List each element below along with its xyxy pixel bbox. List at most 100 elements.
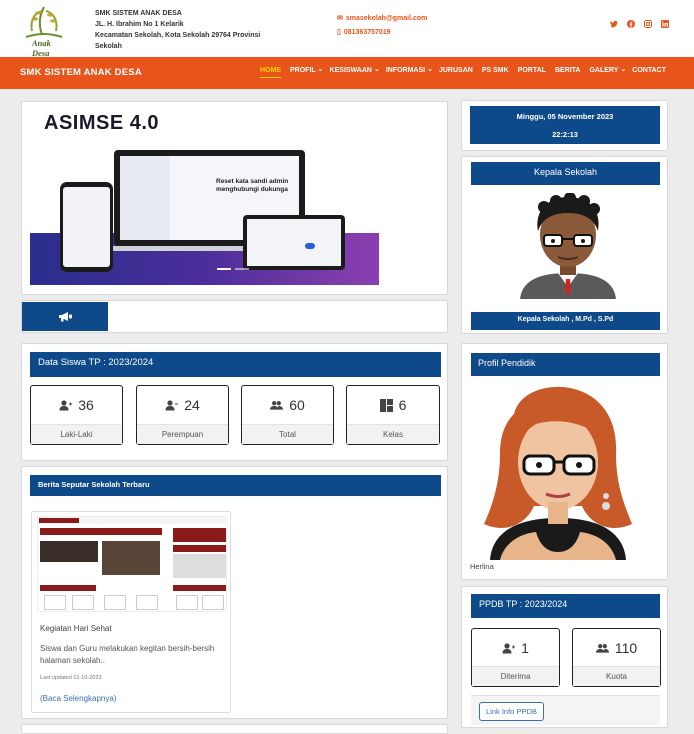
pendidik-name: Herlina xyxy=(470,562,494,571)
nav-item-portal[interactable]: PORTAL xyxy=(518,67,546,78)
instagram-icon[interactable] xyxy=(644,20,652,28)
logo-text: Anak Desa xyxy=(32,38,51,58)
news-post: Kegiatan Hari Sehat Siswa dan Guru melak… xyxy=(31,511,231,713)
kepala-name-box: Kepala Sekolah , M.Pd , S.Pd xyxy=(471,312,660,330)
stat-value: 1 xyxy=(521,640,529,656)
school-name: SMK SISTEM ANAK DESA xyxy=(95,10,182,17)
read-more-link[interactable]: (Baca Selengkapnya) xyxy=(40,694,117,703)
user-plus-icon xyxy=(59,399,73,410)
navbar-brand[interactable]: SMK SISTEM ANAK DESA xyxy=(20,67,142,78)
datetime-box: Minggu, 05 November 2023 22:2:13 xyxy=(470,106,660,144)
kepala-title: Kepala Sekolah xyxy=(533,167,598,177)
stat-value: 60 xyxy=(289,397,305,413)
nav-item-informasi[interactable]: INFORMASI xyxy=(386,67,425,78)
current-date: Minggu, 05 November 2023 xyxy=(516,112,614,121)
ppdb-title: PPDB TP : 2023/2024 xyxy=(479,599,568,609)
berita-title: Berita Seputar Sekolah Terbaru xyxy=(38,480,150,489)
grid-icon xyxy=(379,398,393,412)
slider-card: ASIMSE 4.0 Reset kata sandi admin menghu… xyxy=(21,101,448,295)
ppdb-link-row: Link Info PPDB xyxy=(471,695,660,725)
stat-value: 24 xyxy=(184,397,200,413)
nav-item-kesiswaan[interactable]: KESISWAAN xyxy=(330,67,372,78)
slide-indicator[interactable] xyxy=(235,268,249,270)
chevron-down-icon: ⌄ xyxy=(620,66,627,73)
pendidik-title: Profil Pendidik xyxy=(478,358,536,368)
users-icon xyxy=(270,400,284,410)
news-thumbnail[interactable] xyxy=(37,516,228,612)
nav-item-home[interactable]: HOME xyxy=(260,67,281,78)
announcement-button[interactable] xyxy=(22,302,108,331)
datetime-card: Minggu, 05 November 2023 22:2:13 xyxy=(461,100,668,151)
kepala-header: Kepala Sekolah xyxy=(471,162,660,185)
nav-item-contact[interactable]: CONTACT xyxy=(632,67,666,78)
screen-text-2: menghubungi dukunga xyxy=(216,186,288,193)
stat-value: 6 xyxy=(398,397,407,413)
school-address-2: Kecamatan Sekolah, Kota Sekolah 29764 Pr… xyxy=(95,32,261,50)
news-post-title[interactable]: Kegiatan Hari Sehat xyxy=(40,624,112,633)
stat-label: Kelas xyxy=(347,424,439,444)
nav-item-profil[interactable]: PROFIL xyxy=(290,67,316,78)
stat-value: 110 xyxy=(614,640,638,656)
screen-text-1: Reset kata sandi admin xyxy=(216,178,289,185)
next-card-edge xyxy=(21,724,448,734)
ppdb-card: PPDB TP : 2023/2024 1 Diterima 110 Kuota… xyxy=(461,586,668,728)
stat-value: 36 xyxy=(78,397,94,413)
phone-icon: ▯ xyxy=(337,29,341,36)
contact-email[interactable]: smasekolah@gmail.com xyxy=(346,12,428,26)
school-logo[interactable]: Anak Desa xyxy=(18,3,70,58)
slider-image[interactable]: ASIMSE 4.0 Reset kata sandi admin menghu… xyxy=(30,109,379,285)
stat-kelas: 6 Kelas xyxy=(346,385,440,445)
kepala-name: Kepala Sekolah , M.Pd , S.Pd xyxy=(517,316,614,323)
stat-label: Perempuan xyxy=(137,424,228,444)
contact-info: ✉ smasekolah@gmail.com ▯ 081363757019 xyxy=(337,12,427,40)
slider-title: ASIMSE 4.0 xyxy=(44,112,160,134)
stat-label: Laki-Laki xyxy=(31,424,122,444)
nav-item-ps-smk[interactable]: PS SMK xyxy=(482,67,509,78)
user-minus-icon xyxy=(165,399,179,410)
nav-item-galery[interactable]: GALERY xyxy=(589,67,618,78)
stat-total: 60 Total xyxy=(241,385,334,445)
users-icon xyxy=(595,643,609,653)
chevron-down-icon: ⌄ xyxy=(317,66,324,73)
linkedin-icon[interactable] xyxy=(661,20,669,28)
current-time: 22:2:13 xyxy=(552,130,578,139)
facebook-icon[interactable] xyxy=(627,20,635,28)
pendidik-avatar[interactable] xyxy=(470,384,646,560)
stat-kuota: 110 Kuota xyxy=(572,628,661,687)
megaphone-icon xyxy=(58,312,72,322)
stat-perempuan: 24 Perempuan xyxy=(136,385,229,445)
school-info: SMK SISTEM ANAK DESA JL. H. Ibrahim No 1… xyxy=(95,8,285,52)
user-plus-icon xyxy=(502,642,516,653)
main-navbar: SMK SISTEM ANAK DESA HOME PROFIL ⌄ KESISWAA… xyxy=(0,57,694,89)
slide-indicator-active[interactable] xyxy=(217,268,231,270)
nav-item-jurusan[interactable]: JURUSAN xyxy=(439,67,473,78)
top-header: Anak Desa SMK SISTEM ANAK DESA JL. H. Ib… xyxy=(0,0,694,58)
nav-item-berita[interactable]: BERITA xyxy=(555,67,581,78)
stat-label: Kuota xyxy=(573,666,660,686)
berita-header: Berita Seputar Sekolah Terbaru xyxy=(30,475,441,496)
envelope-icon: ✉ xyxy=(337,15,343,22)
kepala-avatar[interactable] xyxy=(514,193,622,299)
contact-phone[interactable]: 081363757019 xyxy=(344,26,391,40)
stat-label: Diterima xyxy=(472,666,559,686)
berita-card: Berita Seputar Sekolah Terbaru Kegiatan … xyxy=(21,466,448,719)
ppdb-info-button[interactable]: Link Info PPDB xyxy=(479,702,544,721)
chevron-down-icon: ⌄ xyxy=(427,66,433,73)
kepala-sekolah-card: Kepala Sekolah Kepala Sekolah , M.Pd , S… xyxy=(461,156,668,334)
news-excerpt: Siswa dan Guru melakukan kegitan bersih-… xyxy=(40,644,215,665)
chevron-down-icon: ⌄ xyxy=(373,66,380,73)
stat-laki-laki: 36 Laki-Laki xyxy=(30,385,123,445)
announcement-card xyxy=(21,300,448,333)
nav-menu: HOME PROFIL ⌄ KESISWAAN ⌄ INFORMASI ⌄ JURUSAN PS… xyxy=(260,66,675,78)
data-siswa-title: Data Siswa TP : 2023/2024 xyxy=(38,357,154,368)
tablet-illustration xyxy=(243,215,345,270)
ppdb-header: PPDB TP : 2023/2024 xyxy=(471,594,660,618)
news-updated: Last updated 01-10-2023 xyxy=(40,675,102,681)
school-address-1: JL. H. Ibrahim No 1 Kelarik xyxy=(95,21,184,28)
twitter-icon[interactable] xyxy=(610,20,618,28)
stat-diterima: 1 Diterima xyxy=(471,628,560,687)
phone-illustration xyxy=(60,182,113,272)
data-siswa-card: Data Siswa TP : 2023/2024 36 Laki-Laki 2… xyxy=(21,343,448,461)
social-links xyxy=(610,20,669,28)
pendidik-header: Profil Pendidik xyxy=(471,353,660,376)
